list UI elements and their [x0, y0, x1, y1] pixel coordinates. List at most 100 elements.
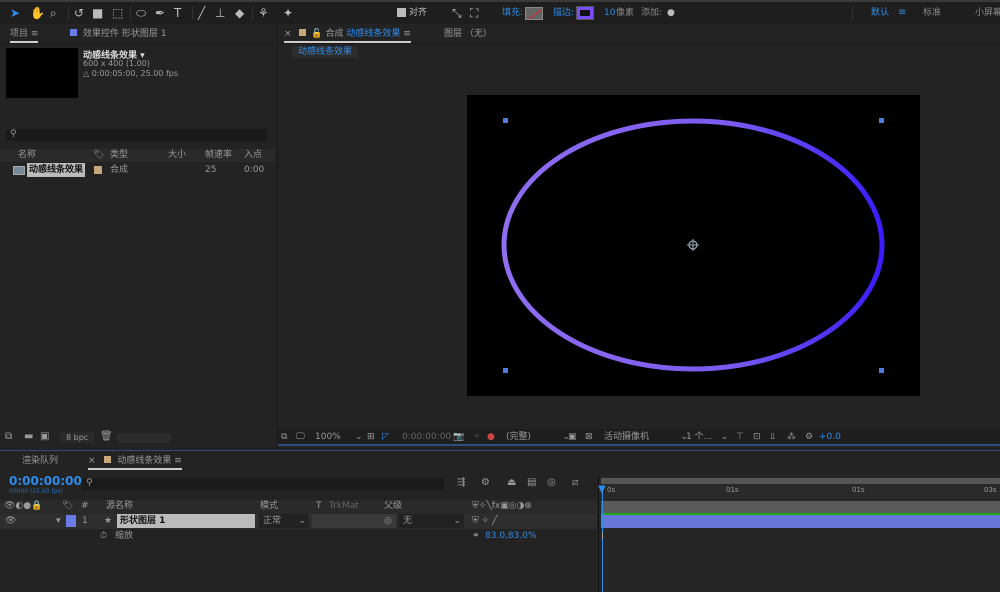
fill-swatch[interactable] — [525, 7, 543, 20]
puppet-tool-icon[interactable]: ✦ — [283, 5, 293, 21]
always-preview-icon[interactable]: ⧉ — [281, 429, 287, 446]
tab-layer[interactable]: 图层 （无） — [444, 27, 492, 41]
mode-dropdown[interactable]: 正常 ⌄ — [259, 514, 309, 528]
col-name[interactable]: 名称 — [18, 149, 36, 162]
region-of-interest-icon[interactable]: ▣ — [568, 429, 577, 446]
trash-icon[interactable]: 🗑 — [100, 431, 113, 442]
parent-dropdown[interactable]: 无 ⌄ — [398, 514, 464, 528]
type-tool-icon[interactable]: T — [174, 5, 181, 21]
eraser-tool-icon[interactable]: ◆ — [235, 5, 244, 21]
new-composition-icon[interactable]: ▣ — [40, 431, 49, 442]
stroke-width-value[interactable]: 10 — [604, 5, 615, 21]
time-graph[interactable]: 0s 01s 01s 03s ▼ I — [598, 475, 1000, 592]
transparency-grid-icon[interactable]: ⊠ — [585, 429, 593, 446]
comp-viewer[interactable] — [467, 95, 920, 396]
zoom-dropdown[interactable]: 100% ⌄ — [315, 429, 363, 446]
composition-mini-flowchart-icon[interactable]: ⇶ — [457, 477, 465, 488]
layer-name[interactable]: 形状图层 1 — [117, 514, 255, 528]
show-snapshot-icon[interactable]: ⚭ — [473, 429, 481, 446]
tab-timeline-comp[interactable]: × 动感线条效果 ≡ — [88, 454, 182, 470]
timeline-search-input[interactable]: ⚲ — [82, 478, 444, 490]
graph-editor-icon[interactable]: ⧄ — [572, 477, 578, 488]
time-ruler[interactable]: 0s 01s 01s 03s — [599, 485, 1000, 499]
timeline-icon[interactable]: ⫫ — [770, 429, 775, 446]
workspace-standard[interactable]: 标准 — [923, 5, 941, 21]
col-in[interactable]: 入点 — [244, 149, 262, 162]
snapshot-icon[interactable]: 📷 — [453, 429, 464, 446]
bounding-handle[interactable] — [879, 118, 884, 123]
selection-tool-icon[interactable]: ➤ — [10, 5, 20, 21]
exposure-value[interactable]: +0.0 — [819, 429, 841, 446]
hand-tool-icon[interactable]: ✋ — [30, 5, 45, 21]
tab-render-queue[interactable]: 渲染队列 — [22, 454, 58, 468]
fast-previews-icon[interactable]: ⊡ — [753, 429, 761, 446]
stopwatch-icon[interactable]: ⏱ — [100, 529, 107, 543]
ellipse-tool-icon[interactable]: ⬭ — [136, 5, 146, 21]
project-item-row[interactable]: 动感线条效果 合成 25 0:00 — [0, 163, 275, 177]
layer-label-color[interactable] — [66, 515, 76, 527]
zoom-tool-icon[interactable]: ⌕ — [50, 5, 57, 21]
pan-behind-tool-icon[interactable]: ⬚ — [112, 5, 123, 21]
grid-icon[interactable]: ⛶ — [470, 5, 478, 21]
flowchart-icon[interactable]: ⁂ — [787, 429, 796, 446]
monitor-icon[interactable]: 🖵 — [296, 429, 305, 446]
playhead-icon[interactable]: ▼ — [598, 484, 606, 495]
expand-triangle-icon[interactable]: ▾ — [56, 514, 61, 528]
work-area-bar[interactable] — [601, 501, 1000, 513]
col-type[interactable]: 类型 — [110, 149, 128, 162]
scale-value[interactable]: 83.0,83.0% — [485, 529, 537, 543]
bpc-button[interactable]: 8 bpc — [60, 432, 95, 443]
frame-blending-icon[interactable]: ▤ — [527, 477, 536, 488]
rotate-tool-icon[interactable]: ↺ — [74, 5, 84, 21]
motion-blur-icon[interactable]: ◎ — [547, 477, 556, 488]
breadcrumb[interactable]: 动感线条效果 — [292, 46, 359, 58]
brush-tool-icon[interactable]: ╱ — [198, 5, 205, 21]
clone-stamp-tool-icon[interactable]: ⊥ — [215, 5, 225, 21]
add-button[interactable]: ● — [667, 5, 675, 21]
col-source-name[interactable]: 源名称 — [106, 500, 133, 513]
col-size[interactable]: 大小 — [168, 149, 186, 162]
visibility-eye-icon[interactable]: 👁 — [5, 514, 16, 528]
constrain-proportions-icon[interactable]: ⚭ — [472, 529, 480, 543]
shy-icon[interactable]: ⏏ — [507, 477, 516, 488]
workspace-small-screen[interactable]: 小屏幕 — [975, 5, 1000, 21]
safe-zones-icon[interactable]: ⊞ — [367, 429, 375, 446]
layer-row[interactable]: 👁 ▾ 1 ★ 形状图层 1 正常 ⌄ ◎ 无 ⌄ ⛨ ✧ ╱ — [0, 514, 597, 529]
toggle-pixel-aspect-icon[interactable]: ⊤ — [736, 429, 744, 446]
tab-composition[interactable]: × 🔓 合成 动感线条效果 ≡ — [284, 27, 411, 43]
col-fps[interactable]: 帧速率 — [205, 149, 232, 162]
snap-checkbox[interactable]: 对齐 — [397, 5, 427, 21]
tab-project[interactable]: 项目 ≡ — [10, 27, 39, 43]
layer-switches[interactable]: ⛨ ✧ ╱ — [472, 514, 497, 528]
views-dropdown[interactable]: 1 个... ⌄ — [686, 429, 728, 446]
align-icon[interactable]: ⤡ — [452, 5, 462, 21]
tab-effect-controls[interactable]: 效果控件 形状图层 1 — [70, 27, 166, 41]
pen-tool-icon[interactable]: ✒ — [155, 5, 165, 21]
timeline-timecode[interactable]: 0:00:00:00 — [9, 474, 82, 488]
viewer-timecode[interactable]: 0:00:00:00 — [402, 429, 451, 446]
comp-duration: △ 0:00:05:00, 25.00 fps — [83, 69, 179, 78]
new-folder-icon[interactable]: ▬ — [24, 431, 33, 442]
composition-icon — [13, 166, 25, 175]
camera-dropdown[interactable]: 活动摄像机 ⌄ — [604, 429, 688, 446]
resolution-dropdown[interactable]: (完整) ⌄ — [506, 429, 570, 446]
project-search-input[interactable]: ⚲ — [6, 129, 267, 141]
stroke-swatch[interactable] — [576, 6, 594, 20]
camera-tool-icon[interactable]: ■ — [92, 5, 103, 21]
thumbnail-slider[interactable] — [116, 433, 172, 443]
interpret-footage-icon[interactable]: ⧉ — [5, 431, 12, 442]
shape-layer-ellipse[interactable] — [467, 95, 920, 396]
channel-icon[interactable]: ● — [487, 429, 495, 446]
workspace-menu-icon[interactable]: ≡ — [898, 5, 906, 21]
workspace-default[interactable]: 默认 — [871, 5, 889, 21]
layer-duration-bar[interactable] — [601, 515, 1000, 528]
mask-visibility-icon[interactable]: ◸ — [382, 429, 389, 446]
bounding-handle[interactable] — [503, 118, 508, 123]
roto-brush-tool-icon[interactable]: ⚘ — [258, 5, 269, 21]
pick-whip-icon[interactable]: ◎ — [384, 514, 392, 528]
bounding-handle[interactable] — [879, 368, 884, 373]
draft-3d-icon[interactable]: ⚙ — [481, 477, 490, 488]
exposure-reset-icon[interactable]: ⚙ — [805, 429, 813, 446]
work-area-navigator[interactable] — [601, 478, 1000, 484]
bounding-handle[interactable] — [503, 368, 508, 373]
